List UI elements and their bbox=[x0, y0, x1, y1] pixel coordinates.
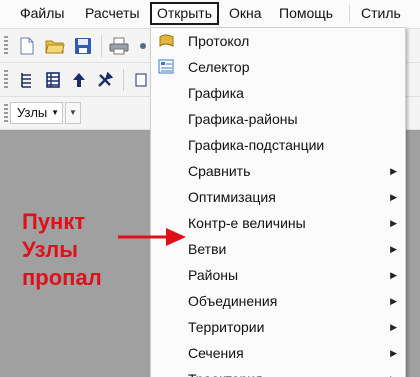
annotation-note: Пункт Узлы пропал bbox=[22, 208, 142, 292]
menu-item-graphics-regions[interactable]: Графика-районы bbox=[151, 106, 405, 132]
new-file-icon[interactable] bbox=[16, 35, 38, 57]
menu-item-optimization[interactable]: Оптимизация ▶ bbox=[151, 184, 405, 210]
annotation-line: пропал bbox=[22, 265, 102, 290]
save-icon[interactable] bbox=[72, 35, 94, 57]
menu-item-protocol[interactable]: Протокол bbox=[151, 28, 405, 54]
menu-item-unions[interactable]: Объединения ▶ bbox=[151, 288, 405, 314]
submenu-arrow-icon: ▶ bbox=[390, 270, 397, 280]
arrow-up-icon[interactable] bbox=[68, 69, 90, 91]
toolbar-separator bbox=[101, 35, 102, 57]
toolbar-separator bbox=[123, 69, 124, 91]
menu-item-label: Сечения bbox=[188, 345, 244, 361]
menu-item-control-values[interactable]: Контр-е величины ▶ bbox=[151, 210, 405, 236]
menu-calculations[interactable]: Расчеты bbox=[80, 2, 145, 25]
toolbar-grip[interactable] bbox=[4, 36, 8, 56]
menu-item-label: Графика bbox=[188, 85, 244, 101]
annotation-arrow-icon bbox=[118, 228, 186, 246]
table-icon[interactable] bbox=[42, 69, 64, 91]
menu-item-graphics-substations[interactable]: Графика-подстанции bbox=[151, 132, 405, 158]
menu-style[interactable]: Стиль bbox=[356, 2, 406, 25]
menu-item-label: Сравнить bbox=[188, 163, 251, 179]
menu-item-label: Ветви bbox=[188, 241, 227, 257]
menu-item-label: Графика-подстанции bbox=[188, 137, 325, 153]
menu-item-compare[interactable]: Сравнить ▶ bbox=[151, 158, 405, 184]
menu-item-label: Объединения bbox=[188, 293, 278, 309]
submenu-arrow-icon: ▶ bbox=[390, 218, 397, 228]
submenu-arrow-icon: ▶ bbox=[390, 348, 397, 358]
open-menu-dropdown: Протокол Селектор Графика Графика-районы… bbox=[150, 27, 406, 377]
menu-item-graphics[interactable]: Графика bbox=[151, 80, 405, 106]
menu-files[interactable]: Файлы bbox=[15, 2, 69, 25]
menu-bar: Файлы Расчеты Открыть Окна Помощь Стиль bbox=[0, 0, 420, 29]
menu-item-branches[interactable]: Ветви ▶ bbox=[151, 236, 405, 262]
nodes-combo[interactable]: Узлы ▼ bbox=[10, 102, 63, 124]
menu-item-selector[interactable]: Селектор bbox=[151, 54, 405, 80]
menu-item-trajectory[interactable]: Траектория ▶ bbox=[151, 366, 405, 377]
menu-item-sections[interactable]: Сечения ▶ bbox=[151, 340, 405, 366]
selector-icon bbox=[158, 59, 174, 74]
menu-help[interactable]: Помощь bbox=[274, 2, 338, 25]
menu-item-regions[interactable]: Районы ▶ bbox=[151, 262, 405, 288]
menu-item-label: Селектор bbox=[188, 59, 250, 75]
submenu-arrow-icon: ▶ bbox=[390, 244, 397, 254]
menu-windows[interactable]: Окна bbox=[224, 2, 267, 25]
print-icon[interactable] bbox=[108, 35, 130, 57]
open-folder-icon[interactable] bbox=[44, 35, 66, 57]
nodes-combo-label: Узлы bbox=[17, 105, 48, 120]
menu-item-territories[interactable]: Территории ▶ bbox=[151, 314, 405, 340]
menu-open[interactable]: Открыть bbox=[150, 2, 219, 25]
submenu-arrow-icon: ▶ bbox=[390, 366, 397, 377]
menu-item-label: Территории bbox=[188, 319, 265, 335]
chevron-down-icon: ▼ bbox=[51, 108, 59, 117]
submenu-arrow-icon: ▶ bbox=[390, 192, 397, 202]
submenu-arrow-icon: ▶ bbox=[390, 296, 397, 306]
menu-separator bbox=[349, 5, 350, 22]
menu-item-label: Районы bbox=[188, 267, 239, 283]
menu-item-label: Оптимизация bbox=[188, 189, 276, 205]
submenu-arrow-icon: ▶ bbox=[390, 322, 397, 332]
menu-item-label: Траектория bbox=[188, 366, 263, 377]
toolbar-grip[interactable] bbox=[4, 104, 8, 124]
toolbar-grip[interactable] bbox=[4, 70, 8, 90]
tree-icon[interactable] bbox=[16, 69, 38, 91]
menu-item-label: Контр-е величины bbox=[188, 215, 306, 231]
tools-icon[interactable] bbox=[94, 69, 116, 91]
grid-icon[interactable] bbox=[130, 69, 152, 91]
protocol-icon bbox=[159, 34, 174, 48]
menu-item-label: Протокол bbox=[188, 33, 250, 49]
menu-item-label: Графика-районы bbox=[188, 111, 298, 127]
nodes-dropdown-button[interactable]: ▼ bbox=[65, 102, 81, 124]
submenu-arrow-icon: ▶ bbox=[390, 166, 397, 176]
